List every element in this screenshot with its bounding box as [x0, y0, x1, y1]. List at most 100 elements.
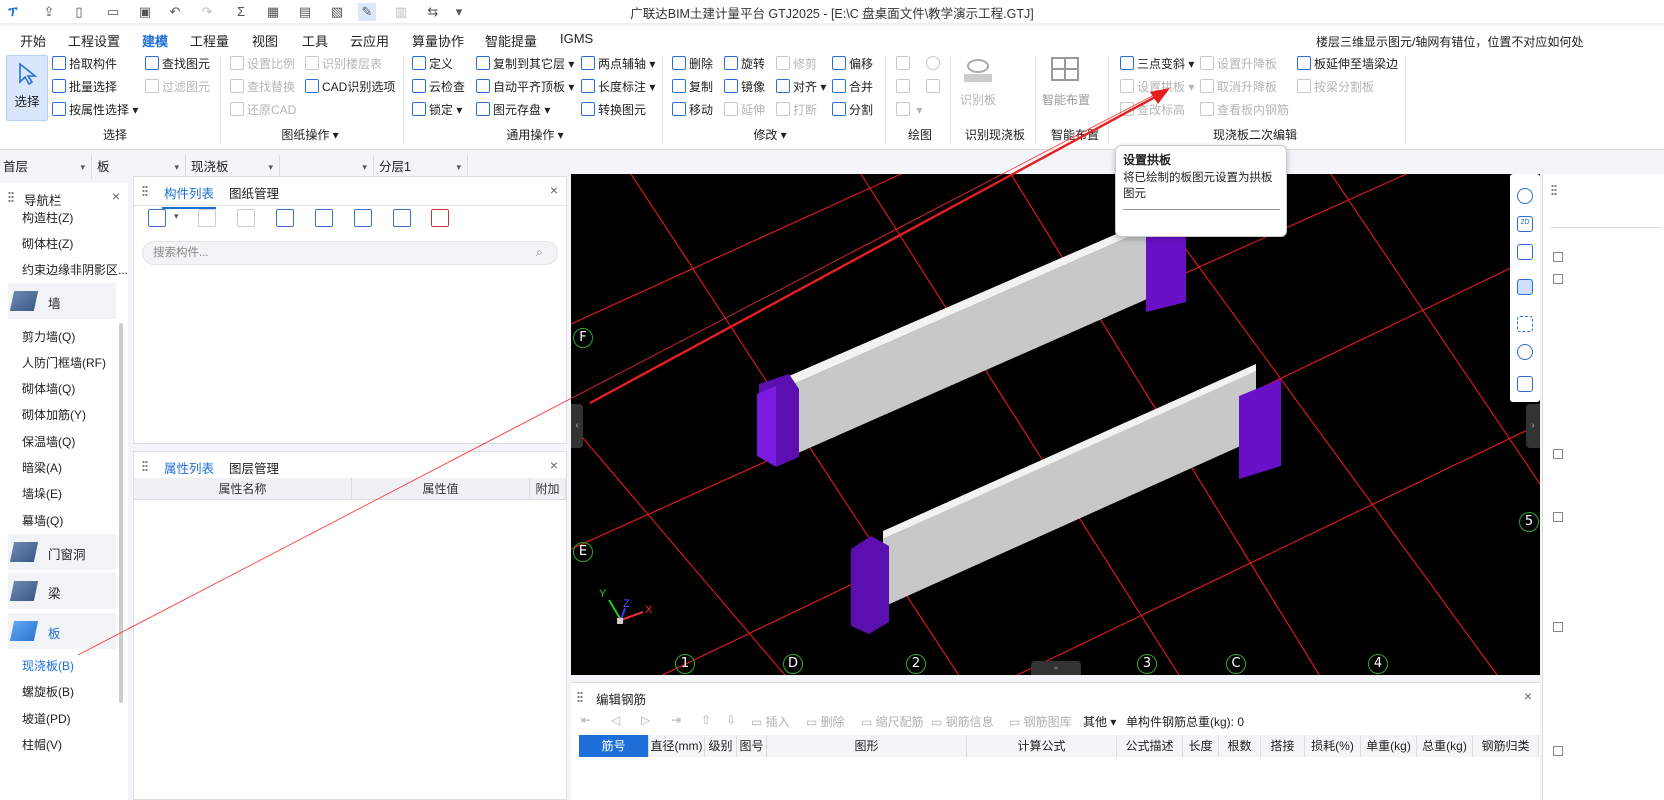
find-element-button[interactable]: 查找图元 [145, 54, 210, 74]
copy-button[interactable]: 复制 [672, 77, 713, 97]
trim-button[interactable]: 修剪 [776, 54, 817, 74]
nav-item-civil-defense-wall[interactable]: 人防门框墙(RF) [22, 354, 106, 371]
set-scale-button[interactable]: 设置比例 [230, 54, 295, 74]
collapse-left-handle[interactable]: ‹ [571, 404, 583, 448]
nav-item-constructional-column[interactable]: 构造柱(Z) [22, 209, 73, 226]
offset-button[interactable]: 偏移 [832, 54, 873, 74]
move-down-icon[interactable]: ⇩ [726, 713, 736, 727]
floor-dropdown[interactable]: 首层 [0, 155, 92, 179]
insert-button[interactable]: ▭ 插入 [751, 713, 790, 730]
copy-to-other-floor-button[interactable]: 复制到其它层 ▾ [476, 54, 574, 74]
align-button[interactable]: 对齐 ▾ [776, 77, 826, 97]
rebar-library-button[interactable]: ▭ 钢筋图库 [1009, 713, 1072, 730]
scale-rebar-button[interactable]: ▭ 缩尺配筋 [861, 713, 924, 730]
tab-drawing-management[interactable]: 图纸管理 [229, 183, 279, 202]
first-icon[interactable]: ⇤ [581, 713, 591, 727]
rebar-info-button[interactable]: ▭ 钢筋信息 [931, 713, 994, 730]
tab-project-settings[interactable]: 工程设置 [68, 31, 120, 50]
search-icon[interactable]: ⌕ [536, 245, 543, 260]
draw-rect-button[interactable] [926, 77, 943, 97]
set-raise-slab-button[interactable]: 设置升降板 [1200, 54, 1277, 74]
tab-property-list[interactable]: 属性列表 [161, 458, 217, 484]
nav-item-masonry-wall[interactable]: 砌体墙(Q) [22, 380, 75, 397]
nav-item-insulation-wall[interactable]: 保温墙(Q) [22, 433, 75, 450]
expand-icon[interactable] [1553, 512, 1563, 522]
draw-point-button[interactable] [896, 54, 913, 74]
close-icon[interactable]: × [112, 188, 120, 204]
cad-options-button[interactable]: CAD识别选项 [305, 77, 395, 97]
drag-handle-icon[interactable] [142, 185, 148, 197]
recognize-floor-table-button[interactable]: 识别楼层表 [305, 54, 382, 74]
mirror-button[interactable]: 镜像 [724, 77, 765, 97]
last-icon[interactable]: ⇥ [671, 713, 681, 727]
drag-handle-icon[interactable] [142, 460, 148, 472]
nav-item-ramp[interactable]: 坡道(PD) [22, 710, 71, 727]
nav-item-shear-wall[interactable]: 剪力墙(Q) [22, 328, 75, 345]
move-up-icon[interactable]: ⇧ [701, 713, 711, 727]
recognize-slab-button[interactable]: 识别板 [960, 90, 996, 110]
3d-view-icon[interactable] [1517, 244, 1533, 260]
expand-icon[interactable] [1553, 252, 1563, 262]
nav-scrollbar[interactable] [119, 323, 123, 703]
tab-smart-extract[interactable]: 智能提量 [485, 31, 537, 50]
cube-view-icon[interactable] [1517, 279, 1533, 295]
cloud-check-button[interactable]: 云检查 [412, 77, 465, 97]
nav-item-wall-pier[interactable]: 墙垛(E) [22, 485, 62, 502]
auto-align-slab-button[interactable]: 自动平齐顶板 ▾ [476, 77, 574, 97]
nav-item-edge-zone[interactable]: 约束边缘非阴影区... [22, 261, 128, 278]
batch-select-button[interactable]: 批量选择 [52, 77, 117, 97]
nav-item-curtain-wall[interactable]: 幕墙(Q) [22, 512, 63, 529]
close-icon[interactable]: × [550, 457, 558, 473]
tab-view[interactable]: 视图 [252, 31, 278, 50]
tab-component-list[interactable]: 构件列表 [161, 183, 217, 209]
expand-icon[interactable] [1553, 746, 1563, 756]
collapse-bottom-handle[interactable]: ⌄ [1031, 661, 1081, 675]
expand-icon[interactable] [1553, 274, 1563, 284]
tab-igms[interactable]: IGMS [560, 31, 593, 46]
split-slab-by-beam-button[interactable]: 按梁分割板 [1297, 77, 1374, 97]
two-point-axis-button[interactable]: 两点辅轴 ▾ [581, 54, 655, 74]
search-input[interactable]: 搜索构件... [142, 241, 558, 265]
new-component-icon[interactable] [148, 209, 166, 227]
move-button[interactable]: 移动 [672, 100, 713, 120]
drag-handle-icon[interactable] [1551, 184, 1557, 196]
filter-component-icon[interactable] [431, 209, 449, 227]
orbit-icon[interactable] [1517, 188, 1533, 204]
collapse-right-handle[interactable]: › [1526, 404, 1540, 448]
convert-element-button[interactable]: 转换图元 [581, 100, 646, 120]
save-component-icon[interactable] [315, 209, 333, 227]
nav-category-slab[interactable]: 板 [8, 613, 116, 649]
3d-viewport[interactable]: F E 1 D 2 3 C 4 5 X Y Z ‹ › ⌄ [571, 174, 1540, 675]
drag-handle-icon[interactable] [8, 191, 14, 203]
break-button[interactable]: 打断 [776, 100, 817, 120]
draw-line-button[interactable] [896, 77, 913, 97]
extend-slab-to-wall-button[interactable]: 板延伸至墙梁边 [1297, 54, 1398, 74]
drag-handle-icon[interactable] [577, 691, 583, 703]
merge-button[interactable]: 合并 [832, 77, 873, 97]
define-button[interactable]: 定义 [412, 54, 453, 74]
draw-circle-button[interactable] [926, 54, 943, 74]
set-arch-slab-button[interactable]: 设置拱板 ▾ [1120, 77, 1194, 97]
extract-component-icon[interactable] [354, 209, 372, 227]
cancel-raise-slab-button[interactable]: 取消升降板 [1200, 77, 1277, 97]
view-slab-rebar-button[interactable]: 查看板内钢筋 [1200, 100, 1289, 120]
sort-component-icon[interactable] [393, 209, 411, 227]
rotate-button[interactable]: 旋转 [724, 54, 765, 74]
tab-cloud[interactable]: 云应用 [350, 31, 389, 50]
tab-layer-management[interactable]: 图层管理 [229, 458, 279, 477]
copy-component-icon[interactable] [198, 209, 216, 227]
prev-icon[interactable]: ◁ [611, 713, 620, 727]
nav-item-masonry-rebar[interactable]: 砌体加筋(Y) [22, 406, 86, 423]
help-notice[interactable]: 楼层三维显示图元/轴网有错位，位置不对应如何处 [1316, 33, 1583, 50]
tab-collaboration[interactable]: 算量协作 [412, 31, 464, 50]
nav-item-masonry-column[interactable]: 砌体柱(Z) [22, 235, 73, 252]
select-button[interactable]: 选择 [6, 55, 48, 121]
length-dimension-button[interactable]: 长度标注 ▾ [581, 77, 655, 97]
other-button[interactable]: 其他 ▾ [1083, 713, 1116, 730]
tab-modeling[interactable]: 建模 [139, 31, 171, 55]
fullscreen-icon[interactable] [1517, 316, 1533, 332]
filter-element-button[interactable]: 过滤图元 [145, 77, 210, 97]
nav-item-spiral-slab[interactable]: 螺旋板(B) [22, 683, 74, 700]
delete-rebar-button[interactable]: ▭ 删除 [806, 713, 845, 730]
draw-arc-button[interactable]: ▾ [896, 100, 922, 120]
